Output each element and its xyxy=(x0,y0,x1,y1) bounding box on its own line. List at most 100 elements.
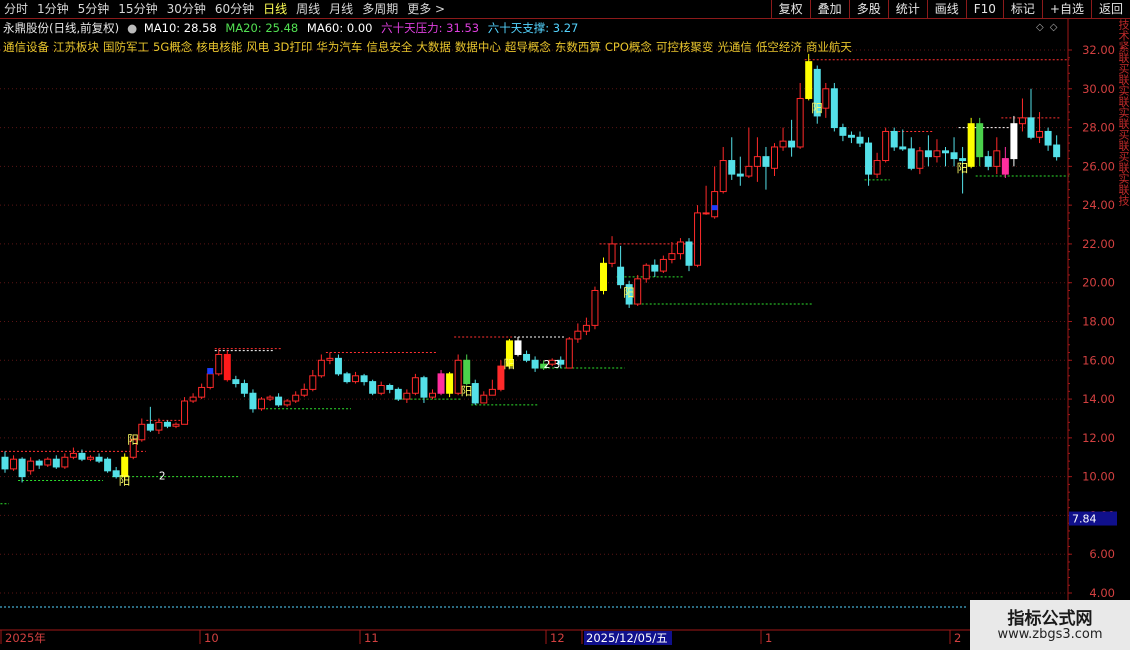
x-tick-label: 2025年 xyxy=(5,631,46,645)
candle xyxy=(360,373,368,386)
concept-tag-5[interactable]: 风电 xyxy=(246,40,269,54)
concept-tag-2[interactable]: 国防军工 xyxy=(103,40,149,54)
settings-circle-icon[interactable]: ● xyxy=(127,21,137,35)
period-tab-4[interactable]: 30分钟 xyxy=(167,2,206,17)
tool-button-6[interactable]: 标记 xyxy=(1002,0,1042,19)
candle-body xyxy=(437,373,445,394)
candle xyxy=(326,352,334,365)
top-toolbar: 分时 1分钟 5分钟 15分钟 30分钟 60分钟 日线 周线 月线 多周期 更多 > 复权 叠加 多股… xyxy=(0,0,1130,19)
y-tick-label: 14.00 xyxy=(1082,392,1115,406)
candle xyxy=(266,395,274,402)
concept-tag-8[interactable]: 信息安全 xyxy=(366,40,412,54)
candle-body xyxy=(377,384,385,394)
candle-body xyxy=(360,375,368,383)
period-tab-3[interactable]: 15分钟 xyxy=(118,2,157,17)
right-side-panel[interactable]: 技术紧联买联实联实联买联买联实联技 xyxy=(1117,19,1130,579)
candle-body xyxy=(275,396,283,406)
price-chart[interactable]: 阳阳阳阳阳阳阳22 3 32.0030.0028.0026.0024.0022.… xyxy=(0,0,1130,650)
concept-tag-9[interactable]: 大数据 xyxy=(416,40,451,54)
tool-button-4[interactable]: 画线 xyxy=(926,0,966,19)
candle xyxy=(61,453,69,469)
period-tab-5[interactable]: 60分钟 xyxy=(215,2,254,17)
candle-body xyxy=(924,150,932,158)
candle xyxy=(762,146,770,190)
candle-body xyxy=(69,452,77,458)
legend-nav-arrows-icon[interactable]: ◇◇ xyxy=(1036,22,1063,33)
candle xyxy=(865,137,873,186)
x-tick-label: 12 xyxy=(550,631,565,645)
concept-tag-11[interactable]: 超导概念 xyxy=(505,40,551,54)
candle xyxy=(352,371,360,384)
period-tab-1[interactable]: 1分钟 xyxy=(37,2,69,17)
period-tab-10[interactable]: 更多 > xyxy=(407,2,445,17)
tool-button-3[interactable]: 统计 xyxy=(887,0,927,19)
candle-body xyxy=(771,146,778,169)
concept-tag-7[interactable]: 华为汽车 xyxy=(316,40,362,54)
candle xyxy=(745,127,753,178)
concept-tag-16[interactable]: 低空经济 xyxy=(756,40,802,54)
candle xyxy=(1001,146,1009,178)
candle xyxy=(523,350,531,363)
tool-button-1[interactable]: 叠加 xyxy=(809,0,849,19)
period-tab-8[interactable]: 月线 xyxy=(329,2,353,17)
candle-body xyxy=(352,375,360,383)
candle xyxy=(411,373,419,396)
candle xyxy=(668,241,676,264)
ma10-value: MA10: 28.58 xyxy=(143,21,217,35)
concept-tag-1[interactable]: 江苏板块 xyxy=(53,40,99,54)
period-tab-6[interactable]: 日线 xyxy=(263,2,287,17)
tool-button-5[interactable]: F10 xyxy=(965,0,1003,19)
x-tick-label: 10 xyxy=(204,631,219,645)
period-tab-0[interactable]: 分时 xyxy=(4,2,28,17)
candle xyxy=(753,137,761,182)
stock-title[interactable]: 永鼎股份(日线,前复权) xyxy=(3,21,119,35)
concept-tag-0[interactable]: 通信设备 xyxy=(3,40,49,54)
candle-body xyxy=(223,353,231,381)
pressure-value: 六十天压力: 31.53 xyxy=(381,21,480,35)
concept-tag-6[interactable]: 3D打印 xyxy=(273,40,312,54)
candle xyxy=(471,379,479,405)
candle xyxy=(591,286,599,330)
period-tab-7[interactable]: 周线 xyxy=(296,2,320,17)
candle-body xyxy=(394,388,402,400)
candle-body xyxy=(1018,117,1026,125)
concept-tag-14[interactable]: 可控核聚变 xyxy=(656,40,714,54)
candle-body xyxy=(155,421,163,431)
candle-body xyxy=(10,458,18,470)
candle-body xyxy=(523,353,531,361)
concept-tag-15[interactable]: 光通信 xyxy=(717,40,752,54)
candle xyxy=(924,135,932,167)
period-tab-2[interactable]: 5分钟 xyxy=(78,2,110,17)
candle-body xyxy=(659,258,667,272)
candle-body xyxy=(788,140,796,148)
candle-body xyxy=(600,262,607,291)
candle xyxy=(377,381,385,396)
tool-button-8[interactable]: 返回 xyxy=(1090,0,1130,19)
period-tab-9[interactable]: 多周期 xyxy=(362,2,398,17)
concept-tag-3[interactable]: 5G概念 xyxy=(153,40,192,54)
price-grid xyxy=(0,49,1067,608)
candle-body xyxy=(334,357,342,375)
tool-button-7[interactable]: +自选 xyxy=(1041,0,1091,19)
concept-tag-17[interactable]: 商业航天 xyxy=(806,40,852,54)
tool-button-0[interactable]: 复权 xyxy=(770,0,810,19)
concept-tag-12[interactable]: 东数西算 xyxy=(555,40,601,54)
y-tick-label: 12.00 xyxy=(1082,431,1115,445)
concept-tag-13[interactable]: CPO概念 xyxy=(605,40,652,54)
candle-body xyxy=(984,156,992,167)
tool-button-2[interactable]: 多股 xyxy=(848,0,888,19)
candle-body xyxy=(967,123,975,167)
candle xyxy=(702,185,710,215)
candle-body xyxy=(18,458,26,478)
candle xyxy=(446,371,454,398)
candle-body xyxy=(899,146,907,150)
candle xyxy=(463,354,471,386)
candle xyxy=(882,127,890,163)
candle-body xyxy=(343,373,351,383)
candle-body xyxy=(882,130,890,162)
concept-tag-4[interactable]: 核电核能 xyxy=(196,40,242,54)
concept-tag-10[interactable]: 数据中心 xyxy=(455,40,501,54)
candle xyxy=(839,123,847,142)
candle-body xyxy=(839,127,847,136)
candle xyxy=(146,406,154,433)
